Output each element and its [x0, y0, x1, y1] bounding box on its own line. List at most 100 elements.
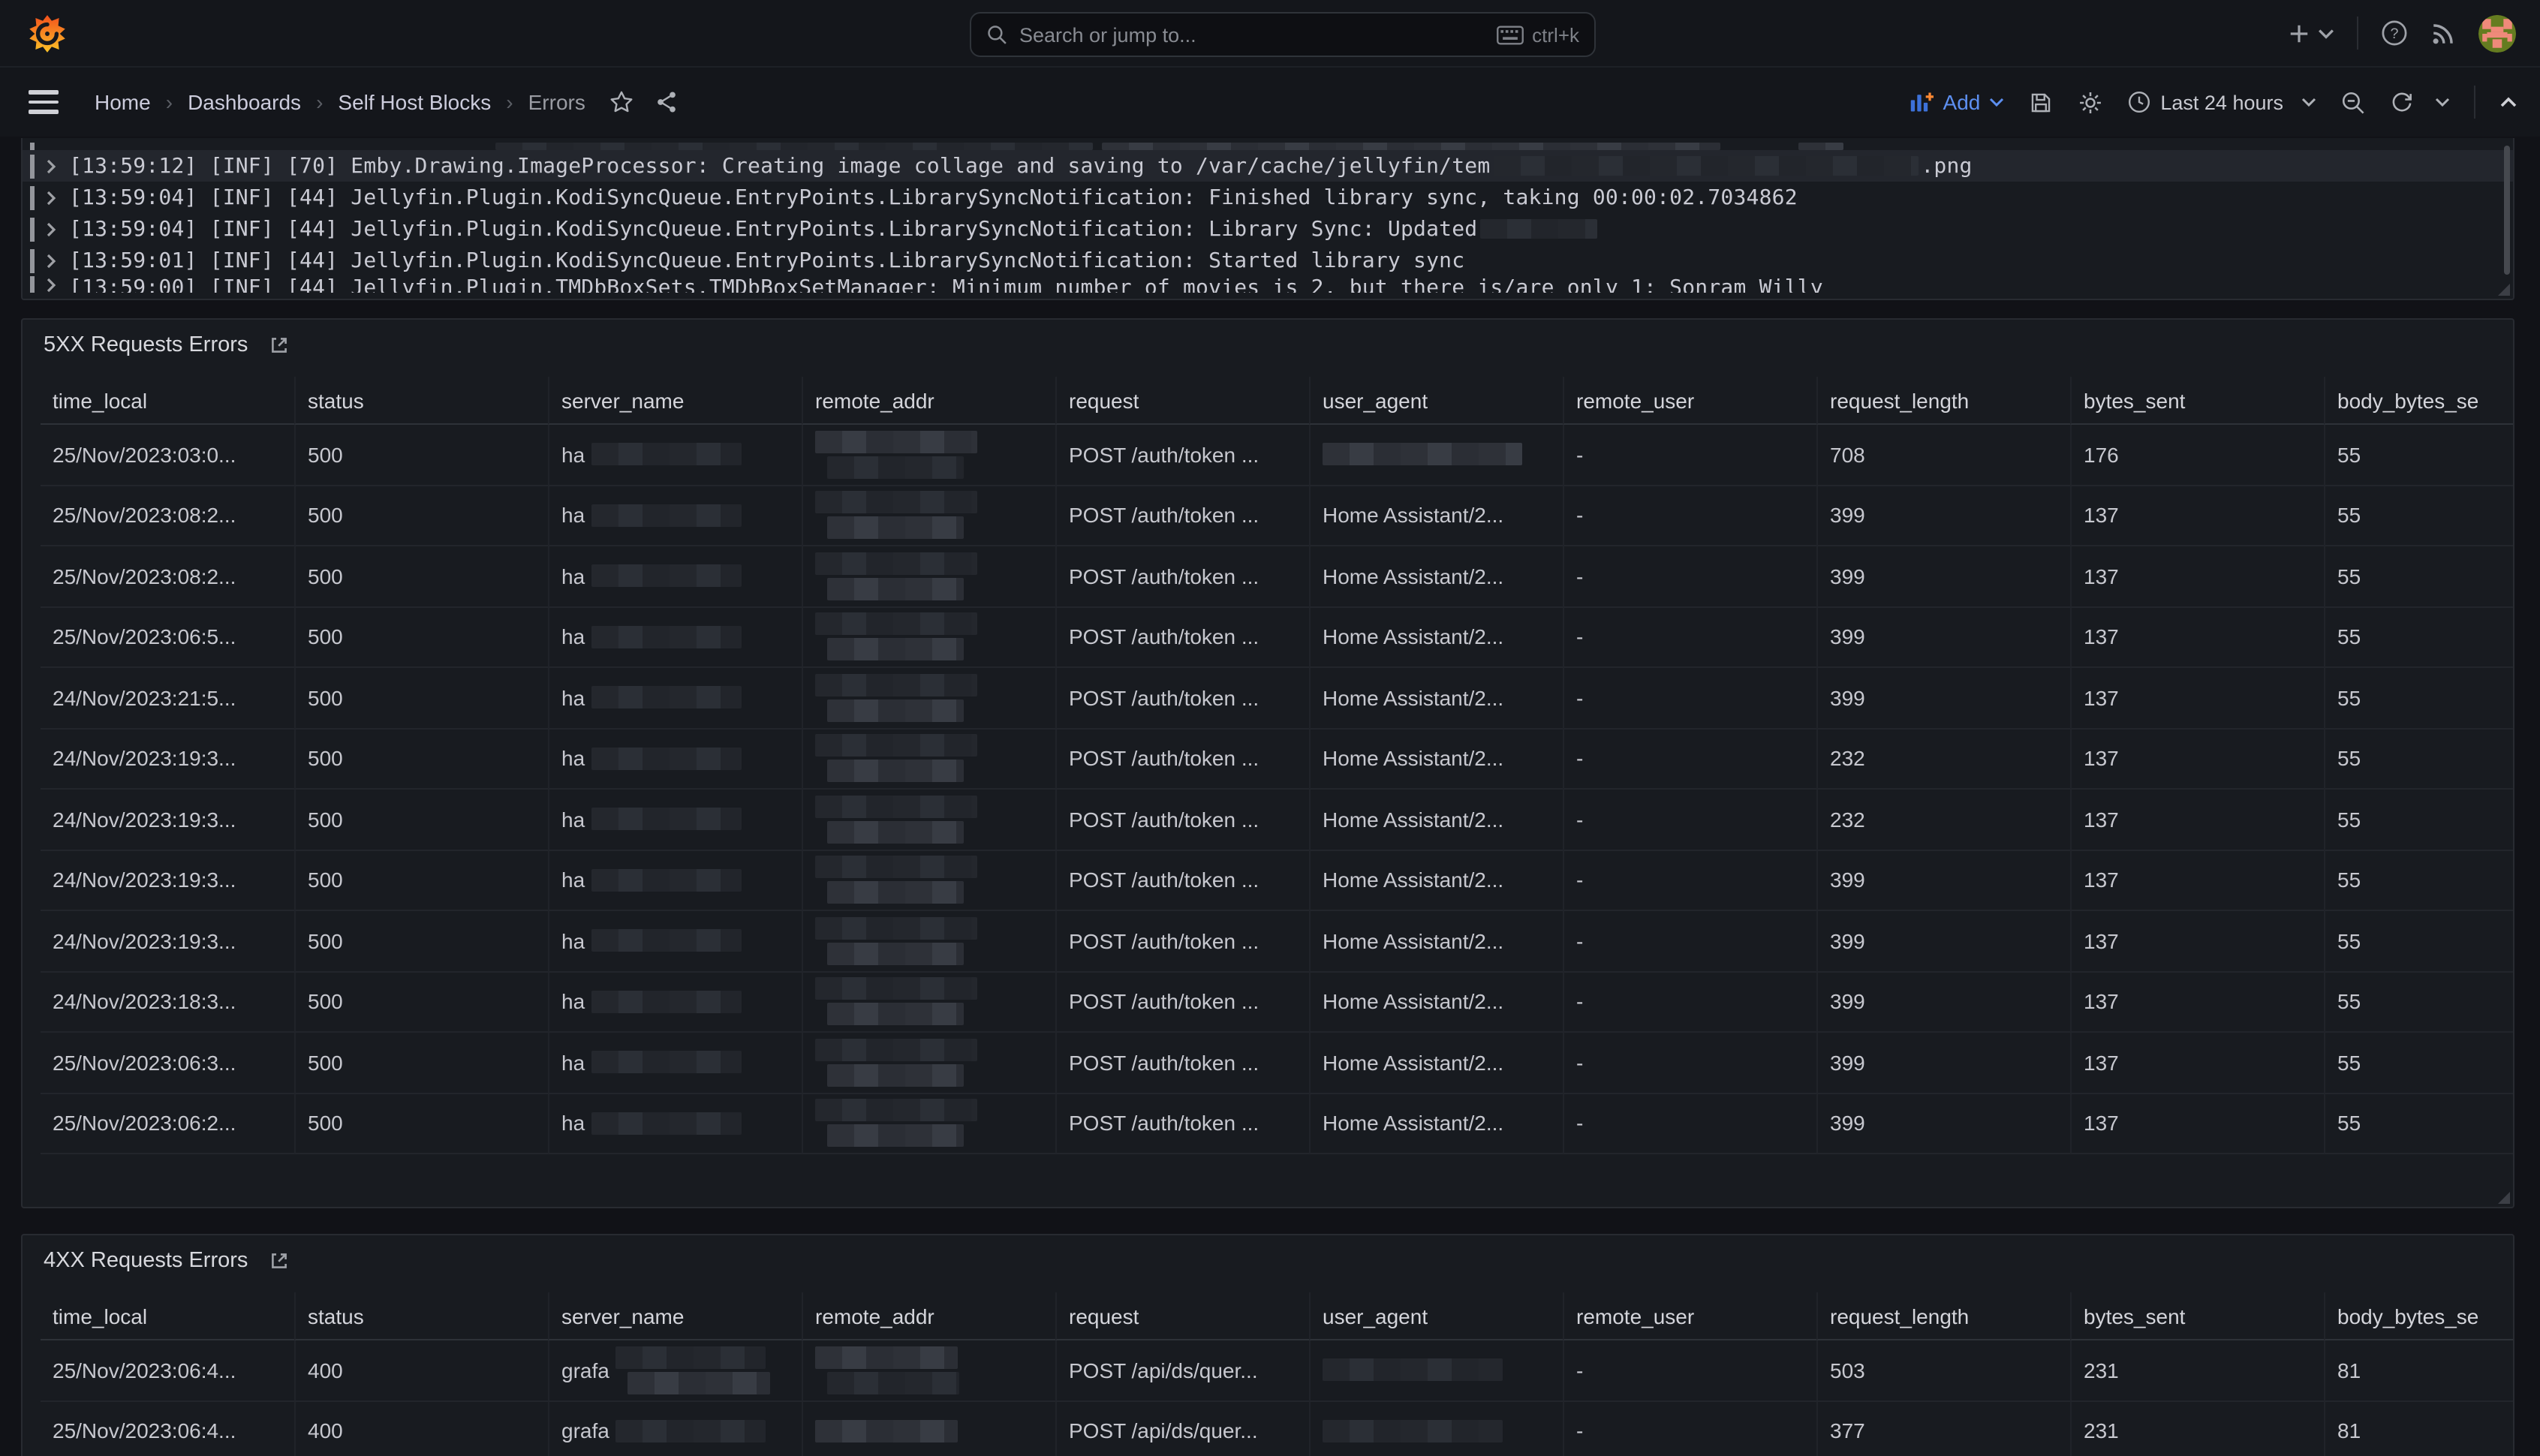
log-message: [13:59:04] [INF] [44] Jellyfin.Plugin.Ko…: [69, 217, 1477, 241]
zoom-out-button[interactable]: [2340, 89, 2366, 115]
panel-title: 5XX Requests Errors: [44, 333, 248, 357]
new-button[interactable]: [2288, 22, 2334, 44]
cell-value: 399: [1830, 1112, 1865, 1136]
cell-value: 232: [1830, 747, 1865, 771]
external-link-icon[interactable]: [269, 1250, 290, 1271]
column-header-server_name[interactable]: server_name: [548, 1292, 802, 1340]
panel-title-bar[interactable]: 4XX Requests Errors: [23, 1235, 2513, 1273]
cell-value: 500: [308, 564, 343, 588]
refresh-interval-dropdown-icon[interactable]: [2435, 98, 2450, 107]
log-expand-icon[interactable]: [45, 251, 57, 269]
help-button[interactable]: ?: [2381, 20, 2408, 47]
table-cell: 25/Nov/2023:08:2...: [41, 546, 294, 607]
table-cell: 399: [1816, 972, 2070, 1033]
news-button[interactable]: [2430, 20, 2456, 46]
save-dashboard-button[interactable]: [2028, 89, 2054, 115]
column-header-status[interactable]: status: [294, 1292, 548, 1340]
cell-value: 81: [2337, 1358, 2361, 1382]
menu-button[interactable]: [29, 91, 59, 114]
collapse-toolbar-button[interactable]: [2499, 96, 2517, 108]
time-range-picker[interactable]: Last 24 hours: [2127, 90, 2316, 114]
redacted-text: [1493, 156, 1918, 176]
table-cell: [802, 911, 1055, 972]
cell-value: 25/Nov/2023:08:2...: [53, 504, 236, 528]
cell-value: ha: [561, 747, 585, 771]
column-header-bytes_sent[interactable]: bytes_sent: [2070, 1292, 2324, 1340]
table-row: 25/Nov/2023:06:2...500haPOST /auth/token…: [41, 1094, 2514, 1154]
table-cell: POST /api/ds/quer...: [1055, 1401, 1309, 1456]
time-range-label: Last 24 hours: [2160, 91, 2283, 113]
table-cell: 232: [1816, 729, 2070, 790]
dashboard-settings-button[interactable]: [2078, 89, 2103, 115]
log-row[interactable]: [13:59:04] [INF] [44] Jellyfin.Plugin.Ko…: [23, 182, 2513, 213]
cell-value: 500: [308, 990, 343, 1014]
search-input[interactable]: Search or jump to... ctrl+k: [970, 12, 1596, 57]
column-header-user_agent[interactable]: user_agent: [1309, 377, 1563, 425]
grafana-logo-icon[interactable]: [27, 13, 68, 53]
column-header-remote_user[interactable]: remote_user: [1563, 377, 1816, 425]
column-header-request_length[interactable]: request_length: [1816, 1292, 2070, 1340]
log-row[interactable]: [23, 143, 2513, 150]
table-row: 24/Nov/2023:19:3...500haPOST /auth/token…: [41, 729, 2514, 790]
cell-value: 500: [308, 929, 343, 953]
table-cell: [802, 607, 1055, 668]
table-cell: 137: [2070, 607, 2324, 668]
column-header-bytes_sent[interactable]: bytes_sent: [2070, 377, 2324, 425]
panel-title-bar[interactable]: 5XX Requests Errors: [23, 320, 2513, 357]
cell-value: 399: [1830, 564, 1865, 588]
cell-value: 55: [2337, 564, 2361, 588]
column-header-body_bytes_se[interactable]: body_bytes_se: [2324, 377, 2514, 425]
log-expand-icon[interactable]: [45, 276, 57, 293]
column-header-remote_addr[interactable]: remote_addr: [802, 377, 1055, 425]
breadcrumb-item-errors[interactable]: Errors: [528, 90, 585, 114]
log-expand-icon[interactable]: [45, 188, 57, 206]
redacted-text: [1323, 444, 1522, 466]
column-header-status[interactable]: status: [294, 377, 548, 425]
refresh-icon: [2390, 90, 2414, 114]
cell-value: -: [1576, 1051, 1583, 1075]
cell-value: ha: [561, 808, 585, 832]
log-row[interactable]: [13:59:00] [INF] [44] Jellyfin.Plugin.TM…: [23, 276, 2513, 293]
column-header-user_agent[interactable]: user_agent: [1309, 1292, 1563, 1340]
cell-value: POST /auth/token ...: [1069, 868, 1259, 892]
redacted-text: [827, 1372, 959, 1394]
log-expand-icon[interactable]: [45, 157, 57, 175]
column-header-request_length[interactable]: request_length: [1816, 377, 2070, 425]
log-row[interactable]: [13:59:01] [INF] [44] Jellyfin.Plugin.Ko…: [23, 245, 2513, 276]
svg-text:?: ?: [2390, 26, 2398, 42]
column-header-time_local[interactable]: time_local: [41, 1292, 294, 1340]
table-cell: 25/Nov/2023:06:2...: [41, 1094, 294, 1154]
column-header-time_local[interactable]: time_local: [41, 377, 294, 425]
refresh-button[interactable]: [2390, 90, 2450, 114]
column-header-remote_user[interactable]: remote_user: [1563, 1292, 1816, 1340]
redacted-text: [815, 552, 977, 600]
favorite-button[interactable]: [609, 90, 633, 114]
cell-value: 500: [308, 1051, 343, 1075]
table-cell: 24/Nov/2023:18:3...: [41, 972, 294, 1033]
cell-value: Home Assistant/2...: [1323, 625, 1503, 649]
log-row[interactable]: [13:59:04] [INF] [44] Jellyfin.Plugin.Ko…: [23, 213, 2513, 245]
table-row: 25/Nov/2023:03:0...500haPOST /auth/token…: [41, 425, 2514, 486]
user-avatar[interactable]: [2478, 14, 2516, 52]
column-header-request[interactable]: request: [1055, 1292, 1309, 1340]
breadcrumb-item-home[interactable]: Home: [95, 90, 151, 114]
log-expand-icon[interactable]: [45, 220, 57, 238]
cell-value: grafa: [561, 1358, 609, 1382]
table-cell: 137: [2070, 729, 2324, 790]
log-row[interactable]: [13:59:12] [INF] [70] Emby.Drawing.Image…: [23, 150, 2513, 182]
breadcrumb-item-dashboards[interactable]: Dashboards: [188, 90, 301, 114]
column-header-request[interactable]: request: [1055, 377, 1309, 425]
external-link-icon[interactable]: [269, 335, 290, 356]
search-shortcut: ctrl+k: [1496, 23, 1579, 46]
column-header-server_name[interactable]: server_name: [548, 377, 802, 425]
column-header-body_bytes_se[interactable]: body_bytes_se: [2324, 1292, 2514, 1340]
table-cell: [1309, 425, 1563, 486]
add-button[interactable]: Add: [1910, 90, 2005, 114]
cell-value: -: [1576, 747, 1583, 771]
table-cell: POST /auth/token ...: [1055, 729, 1309, 790]
column-header-remote_addr[interactable]: remote_addr: [802, 1292, 1055, 1340]
table-cell: ha: [548, 1094, 802, 1154]
log-scrollbar[interactable]: [2504, 146, 2510, 275]
breadcrumb-item-self-host-blocks[interactable]: Self Host Blocks: [338, 90, 491, 114]
share-button[interactable]: [655, 90, 679, 114]
